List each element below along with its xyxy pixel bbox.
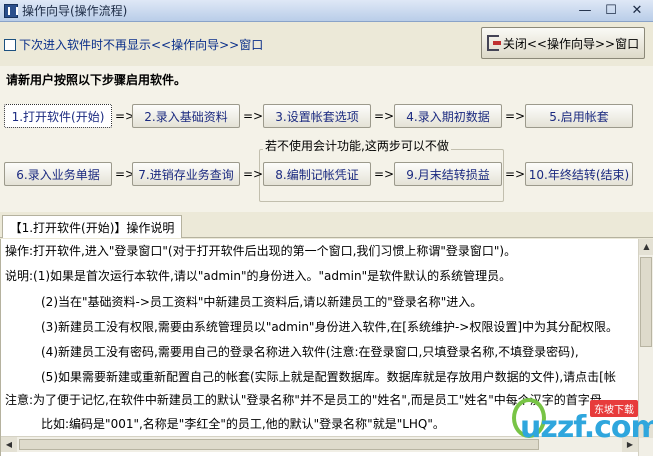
step-9-button[interactable]: 9.月末结转损益 xyxy=(394,162,502,186)
site-watermark: 东坡下载 uzzf.com xyxy=(512,392,653,450)
instruction-line: 说明:(1)如果是首次运行本软件,请以"admin"的身份进入。"admin"是… xyxy=(5,269,512,283)
instruction-line: (2)当在"基础资料->员工资料"中新建员工资料后,请以新建员工的"登录名称"进… xyxy=(41,295,483,309)
step-arrow: => xyxy=(374,109,395,123)
tab-strip: 【1.打开软件(开始)】操作说明 xyxy=(0,212,653,238)
optional-note: 若不使用会计功能,这两步可以不做 xyxy=(263,137,451,154)
step-3-button[interactable]: 3.设置帐套选项 xyxy=(263,104,371,128)
top-toolbar: 下次进入软件时不再显示<<操作向导>>窗口 关闭<<操作向导>>窗口 xyxy=(0,22,653,66)
step-arrow: => xyxy=(505,167,526,181)
instruction-line: 操作:打开软件,进入"登录窗口"(对于打开软件后出现的第一个窗口,我们习惯上称谓… xyxy=(5,244,517,258)
step-10-button[interactable]: 10.年终结转(结束) xyxy=(525,162,633,186)
scroll-up-arrow-icon[interactable]: ▲ xyxy=(639,239,653,255)
maximize-button[interactable]: ☐ xyxy=(599,2,623,20)
window-controls: — ☐ ✕ xyxy=(571,2,649,20)
step-arrow: => xyxy=(374,167,395,181)
dont-show-checkbox[interactable]: 下次进入软件时不再显示<<操作向导>>窗口 xyxy=(4,36,263,53)
step-5-button[interactable]: 5.启用帐套 xyxy=(525,104,633,128)
tab-step-instructions[interactable]: 【1.打开软件(开始)】操作说明 xyxy=(2,215,182,238)
minimize-button[interactable]: — xyxy=(573,2,597,20)
step-arrow: => xyxy=(243,167,264,181)
close-window-button[interactable]: ✕ xyxy=(625,2,649,20)
instruction-line: (3)新建员工没有权限,需要由系统管理员以"admin"身份进入软件,在[系统维… xyxy=(41,320,619,334)
instruction-line: 比如:编码是"001",名称是"李红全"的员工,他的默认"登录名称"就是"LHQ… xyxy=(41,417,445,431)
step-arrow: => xyxy=(505,109,526,123)
horizontal-scroll-thumb[interactable] xyxy=(19,439,539,450)
exit-door-icon xyxy=(486,35,501,51)
vertical-scroll-thumb[interactable] xyxy=(640,257,652,347)
intro-text: 请新用户按照以下步骤启用软件。 xyxy=(6,73,187,87)
step-4-button[interactable]: 4.录入期初数据 xyxy=(394,104,502,128)
close-guide-button[interactable]: 关闭<<操作向导>>窗口 xyxy=(481,27,645,59)
close-guide-label: 关闭<<操作向导>>窗口 xyxy=(502,36,640,51)
instruction-line: (4)新建员工没有密码,需要用自己的登录名称进入软件(注意:在登录窗口,只填登录… xyxy=(41,345,579,359)
step-arrow: => xyxy=(243,109,264,123)
step-7-button[interactable]: 7.进销存业务查询 xyxy=(132,162,240,186)
step-8-button[interactable]: 8.编制记帐凭证 xyxy=(263,162,371,186)
step-6-button[interactable]: 6.录入业务单据 xyxy=(4,162,112,186)
scroll-left-arrow-icon[interactable]: ◀ xyxy=(1,437,17,452)
dont-show-label: 下次进入软件时不再显示<<操作向导>>窗口 xyxy=(19,38,264,52)
checkbox-box[interactable] xyxy=(4,38,16,51)
step-2-button[interactable]: 2.录入基础资料 xyxy=(132,104,240,128)
instruction-line: (5)如果需要新建或重新配置自己的帐套(实际上就是配置数据库。数据库就是存放用户… xyxy=(41,370,616,384)
window-title: 操作向导(操作流程) xyxy=(22,4,128,18)
steps-panel: 请新用户按照以下步骤启用软件。 1.打开软件(开始) => 2.录入基础资料 =… xyxy=(0,66,653,212)
title-bar: 操作向导(操作流程) — ☐ ✕ xyxy=(0,0,653,22)
app-icon xyxy=(4,3,18,18)
step-1-button[interactable]: 1.打开软件(开始) xyxy=(4,104,112,128)
watermark-logo-text: uzzf.com xyxy=(520,410,653,445)
